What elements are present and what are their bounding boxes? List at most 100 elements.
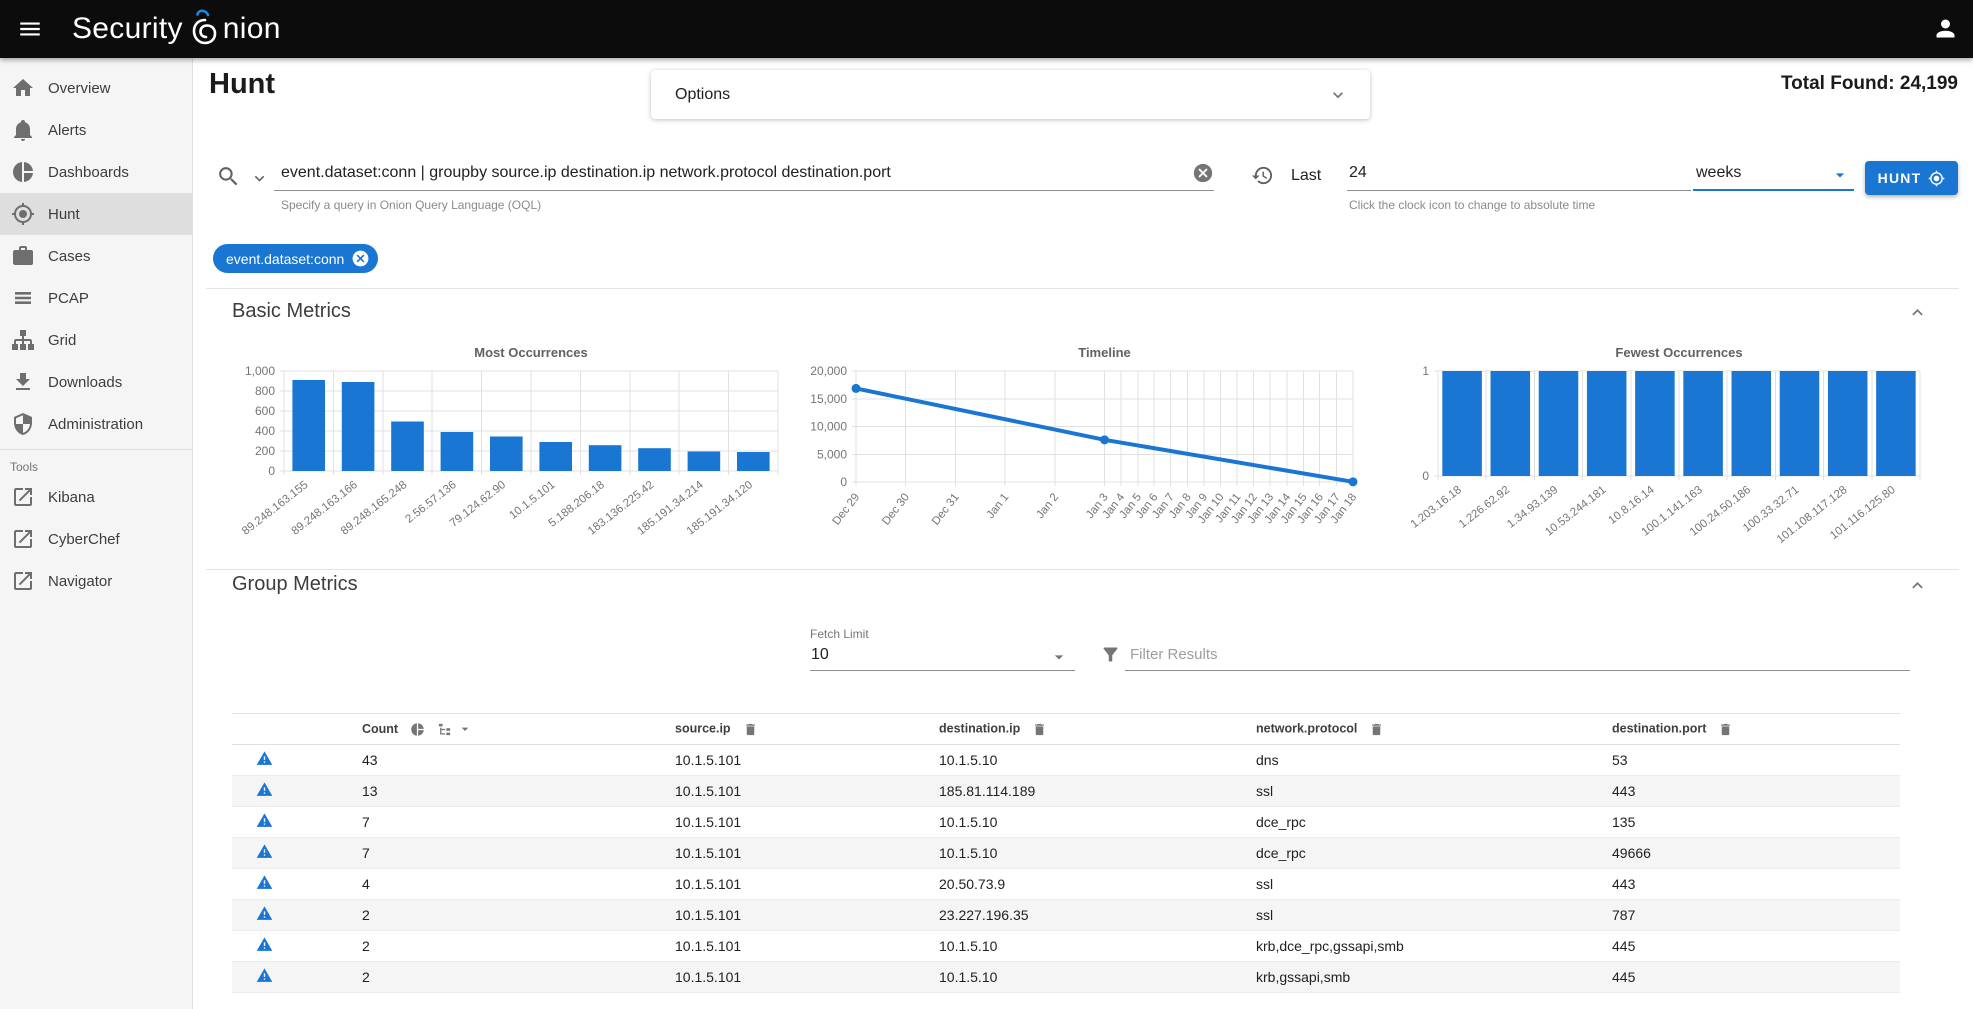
warning-triangle-icon[interactable] bbox=[256, 874, 273, 891]
table-cell: 2 bbox=[322, 962, 635, 993]
pie-chart-icon[interactable] bbox=[410, 722, 425, 737]
bar-segment[interactable] bbox=[1732, 371, 1772, 476]
warning-triangle-icon[interactable] bbox=[256, 936, 273, 953]
table-cell: krb,gssapi,smb bbox=[1216, 962, 1572, 993]
sidebar-item-dashboards[interactable]: Dashboards bbox=[0, 151, 192, 193]
bar-segment[interactable] bbox=[589, 445, 622, 471]
bar-segment[interactable] bbox=[1683, 371, 1723, 476]
table-row[interactable]: 210.1.5.10123.227.196.35ssl787 bbox=[232, 900, 1900, 931]
chart-pie-icon bbox=[11, 160, 35, 184]
table-cell: 10.1.5.10 bbox=[899, 745, 1216, 776]
hamburger-menu-button[interactable] bbox=[14, 13, 46, 45]
table-cell: ssl bbox=[1216, 869, 1572, 900]
column-header-source-ip[interactable]: source.ip bbox=[635, 714, 899, 745]
row-action-column-header bbox=[232, 714, 322, 745]
column-header-network-protocol[interactable]: network.protocol bbox=[1216, 714, 1572, 745]
warning-triangle-icon[interactable] bbox=[256, 781, 273, 798]
sidebar-item-hunt[interactable]: Hunt bbox=[0, 193, 192, 235]
sidebar-item-alerts[interactable]: Alerts bbox=[0, 109, 192, 151]
svg-text:200: 200 bbox=[255, 444, 275, 458]
bar-segment[interactable] bbox=[391, 422, 424, 472]
query-clear-icon[interactable] bbox=[1192, 162, 1214, 184]
bar-segment[interactable] bbox=[737, 452, 770, 471]
table-row[interactable]: 710.1.5.10110.1.5.10dce_rpc135 bbox=[232, 807, 1900, 838]
table-row[interactable]: 1310.1.5.101185.81.114.189ssl443 bbox=[232, 776, 1900, 807]
bar-segment[interactable] bbox=[1491, 371, 1531, 476]
query-chevron-down-icon[interactable] bbox=[250, 169, 269, 188]
bar-segment[interactable] bbox=[1876, 371, 1916, 476]
bar-segment[interactable] bbox=[1635, 371, 1675, 476]
table-cell: 787 bbox=[1572, 900, 1900, 931]
column-header-label: source.ip bbox=[675, 722, 731, 736]
duration-input[interactable] bbox=[1347, 158, 1647, 188]
table-row[interactable]: 410.1.5.10120.50.73.9ssl443 bbox=[232, 869, 1900, 900]
table-row[interactable]: 710.1.5.10110.1.5.10dce_rpc49666 bbox=[232, 838, 1900, 869]
bar-segment[interactable] bbox=[539, 442, 572, 471]
trash-icon[interactable] bbox=[1032, 722, 1047, 737]
warning-triangle-icon[interactable] bbox=[256, 967, 273, 984]
history-clock-icon[interactable] bbox=[1251, 164, 1274, 187]
filter-chip[interactable]: event.dataset:conn bbox=[213, 244, 378, 273]
bar-segment[interactable] bbox=[490, 437, 523, 472]
bar-segment[interactable] bbox=[292, 380, 325, 471]
table-cell: 43 bbox=[322, 745, 635, 776]
trash-icon[interactable] bbox=[743, 722, 758, 737]
bar-segment[interactable] bbox=[441, 432, 474, 471]
sidebar-item-overview[interactable]: Overview bbox=[0, 67, 192, 109]
table-cell: 23.227.196.35 bbox=[899, 900, 1216, 931]
table-cell: 2 bbox=[322, 931, 635, 962]
fetch-limit-value: 10 bbox=[811, 646, 829, 664]
bell-icon bbox=[11, 118, 35, 142]
onion-logo-icon bbox=[186, 8, 222, 50]
bar-segment[interactable] bbox=[1828, 371, 1868, 476]
sidebar-item-kibana[interactable]: Kibana bbox=[0, 476, 192, 518]
chip-close-icon[interactable] bbox=[351, 249, 370, 268]
table-cell: 7 bbox=[322, 807, 635, 838]
warning-triangle-icon[interactable] bbox=[256, 750, 273, 767]
sidebar-item-downloads[interactable]: Downloads bbox=[0, 361, 192, 403]
filter-results-input[interactable] bbox=[1125, 640, 1865, 668]
sidebar-item-cases[interactable]: Cases bbox=[0, 235, 192, 277]
column-header-label: destination.port bbox=[1612, 722, 1706, 736]
table-row[interactable]: 4310.1.5.10110.1.5.10dns53 bbox=[232, 745, 1900, 776]
table-cell: 20.50.73.9 bbox=[899, 869, 1216, 900]
fetch-limit-select[interactable]: 10 bbox=[810, 643, 1075, 671]
sidebar-item-pcap[interactable]: PCAP bbox=[0, 277, 192, 319]
table-row[interactable]: 210.1.5.10110.1.5.10krb,dce_rpc,gssapi,s… bbox=[232, 931, 1900, 962]
bar-segment[interactable] bbox=[1587, 371, 1627, 476]
data-point[interactable] bbox=[1100, 435, 1109, 444]
bar-segment[interactable] bbox=[342, 382, 375, 471]
sidebar-item-grid[interactable]: Grid bbox=[0, 319, 192, 361]
query-input[interactable] bbox=[274, 158, 1174, 188]
sidebar-item-cyberchef[interactable]: CyberChef bbox=[0, 518, 192, 560]
basic-metrics-collapse-icon[interactable] bbox=[1907, 302, 1928, 323]
filter-chip-label: event.dataset:conn bbox=[226, 251, 344, 267]
warning-triangle-icon[interactable] bbox=[256, 812, 273, 829]
bar-segment[interactable] bbox=[1442, 371, 1482, 476]
warning-triangle-icon[interactable] bbox=[256, 905, 273, 922]
bar-segment[interactable] bbox=[1780, 371, 1820, 476]
column-header-destination-ip[interactable]: destination.ip bbox=[899, 714, 1216, 745]
bar-segment[interactable] bbox=[1539, 371, 1579, 476]
caret-down-icon[interactable] bbox=[457, 721, 473, 737]
duration-unit-select[interactable]: weeks bbox=[1693, 158, 1854, 191]
column-header-destination-port[interactable]: destination.port bbox=[1572, 714, 1900, 745]
sidebar-item-navigator[interactable]: Navigator bbox=[0, 560, 192, 602]
brand-logo: Security nion bbox=[72, 8, 281, 50]
table-row[interactable]: 210.1.5.10110.1.5.10krb,gssapi,smb445 bbox=[232, 962, 1900, 993]
account-button[interactable] bbox=[1932, 15, 1959, 47]
options-panel[interactable]: Options bbox=[651, 70, 1370, 119]
data-point[interactable] bbox=[852, 384, 861, 393]
group-metrics-collapse-icon[interactable] bbox=[1907, 575, 1928, 596]
trash-icon[interactable] bbox=[1718, 722, 1733, 737]
hunt-button[interactable]: HUNT bbox=[1865, 161, 1958, 195]
sankey-chart-icon[interactable] bbox=[437, 722, 452, 737]
trash-icon[interactable] bbox=[1369, 722, 1384, 737]
data-point[interactable] bbox=[1349, 477, 1358, 486]
bar-segment[interactable] bbox=[688, 452, 721, 472]
sidebar-item-label: Administration bbox=[48, 416, 143, 433]
sidebar-item-administration[interactable]: Administration bbox=[0, 403, 192, 445]
warning-triangle-icon[interactable] bbox=[256, 843, 273, 860]
bar-segment[interactable] bbox=[638, 448, 671, 471]
column-header-count[interactable]: Count bbox=[322, 714, 635, 745]
